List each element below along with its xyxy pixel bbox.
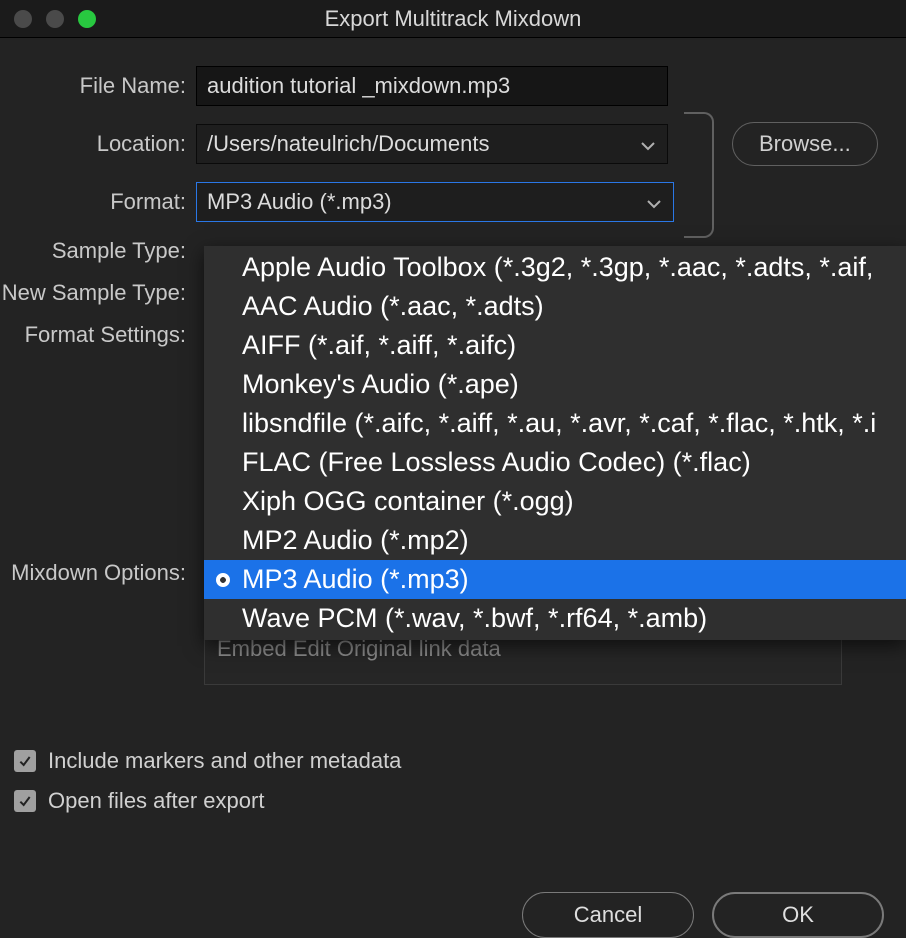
open-after-export-label: Open files after export — [48, 788, 264, 814]
file-name-label: File Name: — [0, 73, 196, 99]
format-selected-value: MP3 Audio (*.mp3) — [207, 189, 392, 215]
format-option-label: Monkey's Audio (*.ape) — [242, 369, 519, 400]
include-markers-checkbox[interactable]: Include markers and other metadata — [14, 748, 401, 774]
cancel-button[interactable]: Cancel — [522, 892, 694, 938]
format-dropdown-menu[interactable]: Apple Audio Toolbox (*.3g2, *.3gp, *.aac… — [204, 246, 906, 640]
format-option-label: MP2 Audio (*.mp2) — [242, 525, 469, 556]
format-option-label: Xiph OGG container (*.ogg) — [242, 486, 574, 517]
location-label: Location: — [0, 131, 196, 157]
radio-selected-icon — [216, 573, 230, 587]
format-option[interactable]: Wave PCM (*.wav, *.bwf, *.rf64, *.amb) — [204, 599, 906, 638]
ok-button[interactable]: OK — [712, 892, 884, 938]
format-option-label: Apple Audio Toolbox (*.3g2, *.3gp, *.aac… — [242, 252, 873, 283]
format-option[interactable]: Apple Audio Toolbox (*.3g2, *.3gp, *.aac… — [204, 248, 906, 287]
format-option[interactable]: MP2 Audio (*.mp2) — [204, 521, 906, 560]
format-option-label: libsndfile (*.aifc, *.aiff, *.au, *.avr,… — [242, 408, 876, 439]
format-option[interactable]: FLAC (Free Lossless Audio Codec) (*.flac… — [204, 443, 906, 482]
format-option[interactable]: libsndfile (*.aifc, *.aiff, *.au, *.avr,… — [204, 404, 906, 443]
format-option-label: MP3 Audio (*.mp3) — [242, 564, 469, 595]
checkmark-icon — [14, 790, 36, 812]
format-option[interactable]: Xiph OGG container (*.ogg) — [204, 482, 906, 521]
file-name-value: audition tutorial _mixdown.mp3 — [207, 73, 510, 98]
format-settings-label: Format Settings: — [0, 322, 196, 348]
title-bar: Export Multitrack Mixdown — [0, 0, 906, 38]
format-option-label: AAC Audio (*.aac, *.adts) — [242, 291, 544, 322]
chevron-down-icon — [639, 135, 657, 153]
format-select[interactable]: MP3 Audio (*.mp3) — [196, 182, 674, 222]
format-option[interactable]: AIFF (*.aif, *.aiff, *.aifc) — [204, 326, 906, 365]
format-option-label: FLAC (Free Lossless Audio Codec) (*.flac… — [242, 447, 751, 478]
browse-button[interactable]: Browse... — [732, 122, 878, 166]
open-after-export-checkbox[interactable]: Open files after export — [14, 788, 401, 814]
new-sample-type-label: New Sample Type: — [0, 280, 196, 306]
location-select[interactable]: /Users/nateulrich/Documents — [196, 124, 668, 164]
file-name-input[interactable]: audition tutorial _mixdown.mp3 — [196, 66, 668, 106]
format-option[interactable]: Monkey's Audio (*.ape) — [204, 365, 906, 404]
mixdown-options-label: Mixdown Options: — [0, 560, 196, 586]
format-label: Format: — [0, 189, 196, 215]
sample-type-label: Sample Type: — [0, 238, 196, 264]
format-option[interactable]: AAC Audio (*.aac, *.adts) — [204, 287, 906, 326]
format-option-label: AIFF (*.aif, *.aiff, *.aifc) — [242, 330, 516, 361]
location-value: /Users/nateulrich/Documents — [207, 131, 489, 157]
include-markers-label: Include markers and other metadata — [48, 748, 401, 774]
chevron-down-icon — [645, 193, 663, 211]
format-option-label: Wave PCM (*.wav, *.bwf, *.rf64, *.amb) — [242, 603, 707, 634]
format-option[interactable]: MP3 Audio (*.mp3) — [204, 560, 906, 599]
checkmark-icon — [14, 750, 36, 772]
window-title: Export Multitrack Mixdown — [0, 6, 906, 32]
